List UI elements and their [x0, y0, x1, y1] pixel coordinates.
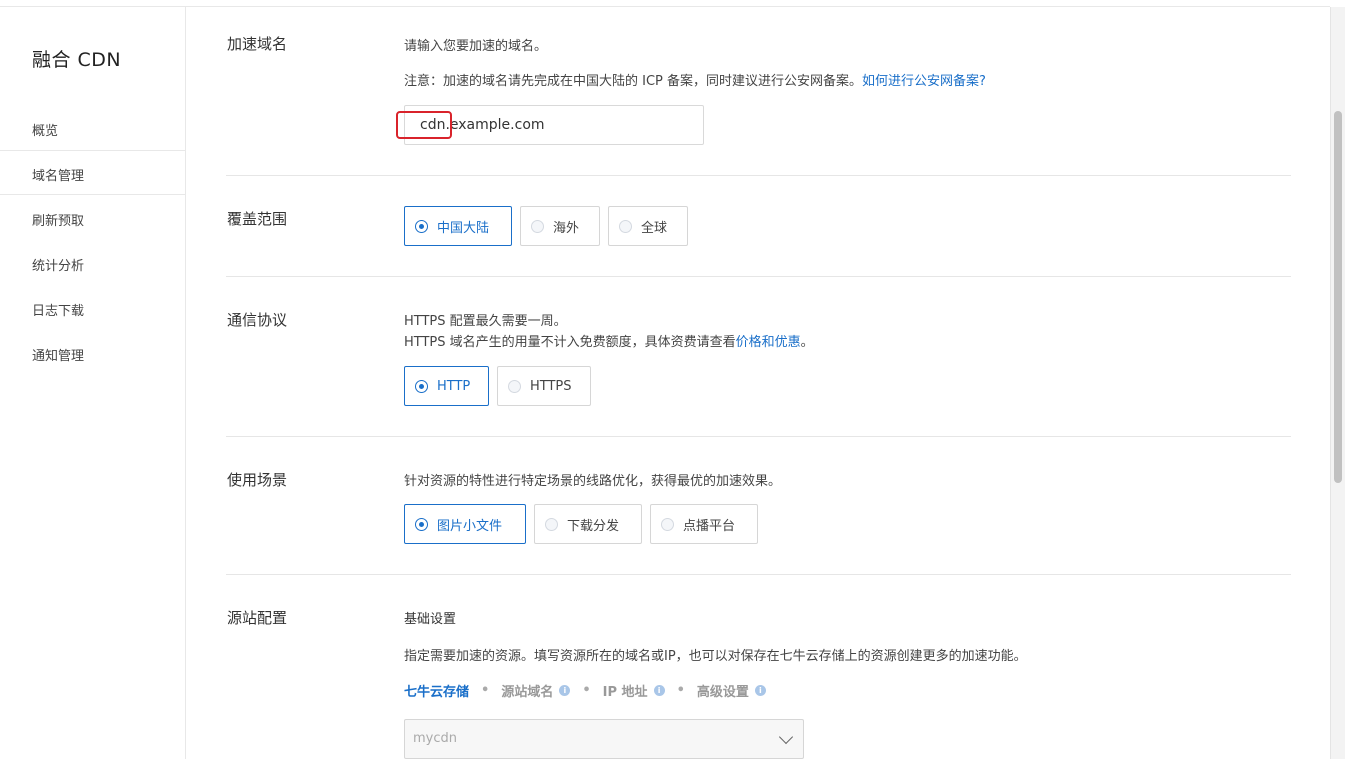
sidebar: 融合 CDN 概览 域名管理 刷新预取 统计分析 日志下载 通知管理 — [0, 7, 186, 759]
tab-label: IP 地址 — [602, 685, 648, 700]
vertical-scrollbar[interactable] — [1330, 7, 1345, 759]
radio-label: 下载分发 — [567, 518, 620, 534]
origin-subtitle: 基础设置 — [404, 612, 457, 627]
radio-unchecked-icon — [508, 379, 521, 393]
domain-note: 注意：加速的域名请先完成在中国大陆的 ICP 备案，同时建议进行公安网备案。如何… — [404, 70, 986, 89]
scrollbar-thumb[interactable] — [1334, 111, 1342, 483]
protocol-section-title: 通信协议 — [227, 311, 288, 329]
tab-label: 源站域名 — [501, 685, 554, 700]
sidebar-item-statistics[interactable]: 统计分析 — [32, 255, 84, 274]
info-icon[interactable]: i — [754, 685, 766, 696]
radio-checked-icon — [415, 219, 428, 233]
info-icon[interactable]: i — [559, 685, 571, 696]
scenario-desc: 针对资源的特性进行特定场景的线路优化，获得最优的加速效果。 — [404, 474, 782, 489]
radio-label: HTTPS — [530, 378, 572, 394]
sidebar-item-notifications[interactable]: 通知管理 — [32, 345, 84, 364]
origin-section-title: 源站配置 — [227, 609, 288, 627]
sidebar-item-domain-management[interactable]: 域名管理 — [32, 165, 84, 184]
coverage-option-overseas[interactable]: 海外 — [520, 206, 600, 246]
scenario-section-title: 使用场景 — [227, 471, 288, 489]
radio-unchecked-icon — [531, 219, 544, 233]
radio-label: 图片小文件 — [437, 518, 503, 534]
radio-unchecked-icon — [661, 517, 674, 531]
origin-desc: 指定需要加速的资源。填写资源所在的域名或IP，也可以对保存在七牛云存储上的资源创… — [404, 649, 1027, 664]
domain-hint: 请输入您要加速的域名。 — [404, 39, 548, 54]
radio-label: 全球 — [641, 220, 668, 236]
radio-label: 海外 — [553, 220, 580, 236]
radio-checked-icon — [415, 517, 428, 531]
protocol-option-https[interactable]: HTTPS — [497, 366, 591, 406]
domain-note-text: 注意：加速的域名请先完成在中国大陆的 ICP 备案，同时建议进行公安网备案。 — [404, 74, 863, 89]
sidebar-item-log-download[interactable]: 日志下载 — [32, 300, 84, 319]
protocol-line1: HTTPS 配置最久需要一周。 — [404, 314, 567, 329]
radio-label: 中国大陆 — [437, 220, 490, 236]
highlight-annotation — [396, 111, 452, 139]
radio-label: HTTP — [437, 378, 471, 394]
tab-separator: • — [676, 683, 685, 698]
tab-ip-address[interactable]: IP 地址 i — [603, 681, 665, 700]
bucket-select[interactable]: mycdn — [404, 719, 804, 759]
tab-label: 高级设置 — [696, 685, 749, 700]
scenario-option-vod[interactable]: 点播平台 — [650, 504, 758, 544]
protocol-option-http[interactable]: HTTP — [404, 366, 489, 406]
coverage-option-global[interactable]: 全球 — [608, 206, 688, 246]
domain-section-title: 加速域名 — [227, 35, 288, 53]
radio-checked-icon — [415, 379, 428, 393]
scenario-option-small-files[interactable]: 图片小文件 — [404, 504, 526, 544]
sidebar-item-refresh-prefetch[interactable]: 刷新预取 — [32, 210, 84, 229]
radio-unchecked-icon — [545, 517, 558, 531]
tab-separator: • — [582, 683, 591, 698]
tab-label: 七牛云存储 — [404, 685, 470, 700]
sidebar-brand: 融合 CDN — [32, 49, 122, 71]
tab-advanced-settings[interactable]: 高级设置 i — [697, 681, 766, 700]
coverage-section-title: 覆盖范围 — [227, 210, 288, 228]
coverage-option-mainland[interactable]: 中国大陆 — [404, 206, 512, 246]
section-divider — [226, 276, 1291, 277]
protocol-line2: HTTPS 域名产生的用量不计入免费额度，具体资费请查看价格和优惠。 — [404, 331, 814, 350]
bucket-select-value: mycdn — [413, 731, 457, 746]
tab-separator: • — [481, 683, 490, 698]
sidebar-active-indicator — [0, 150, 186, 195]
section-divider — [226, 175, 1291, 176]
section-divider — [226, 436, 1291, 437]
tab-qiniu-storage[interactable]: 七牛云存储 — [404, 681, 469, 700]
top-border — [0, 0, 1330, 7]
protocol-line2-text: HTTPS 域名产生的用量不计入免费额度，具体资费请查看 — [404, 335, 736, 350]
pricing-link[interactable]: 价格和优惠 — [736, 335, 801, 350]
radio-unchecked-icon — [619, 219, 632, 233]
radio-label: 点播平台 — [683, 518, 736, 534]
section-divider — [226, 574, 1291, 575]
sidebar-item-overview[interactable]: 概览 — [32, 120, 58, 139]
chevron-down-icon — [778, 729, 794, 745]
info-icon[interactable]: i — [653, 685, 665, 696]
tab-origin-domain[interactable]: 源站域名 i — [501, 681, 571, 700]
protocol-line2-end: 。 — [800, 335, 814, 350]
police-filing-link[interactable]: 如何进行公安网备案? — [862, 74, 986, 89]
scenario-option-download[interactable]: 下载分发 — [534, 504, 642, 544]
origin-source-tabs: 七牛云存储 • 源站域名 i • IP 地址 i • 高级设置 i — [404, 681, 766, 700]
